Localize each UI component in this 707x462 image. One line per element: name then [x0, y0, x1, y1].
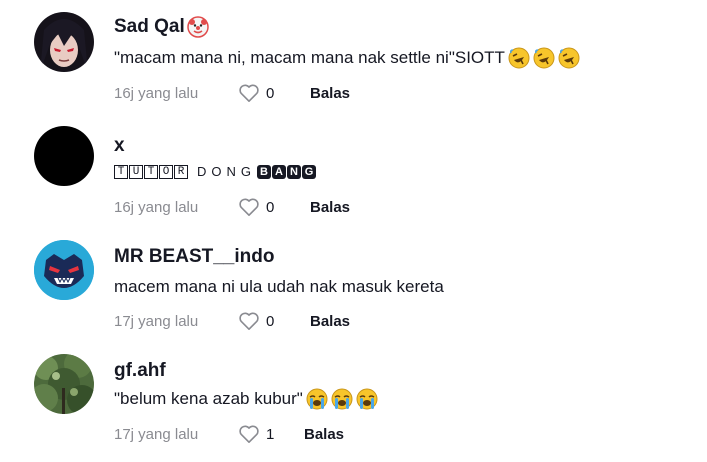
comment-text: "belum kena azab kubur": [114, 388, 378, 410]
comment-text-content: T U T O R DONG B A N G: [114, 161, 316, 183]
avatar[interactable]: [34, 354, 94, 414]
avatar[interactable]: [34, 240, 94, 300]
boxed-letter: T: [144, 165, 158, 179]
reply-button[interactable]: Balas: [310, 85, 350, 102]
negative-letter: A: [272, 165, 286, 179]
comment-item: gf.ahf "belum kena azab kubur" 17j yang …: [0, 342, 707, 456]
heart-icon: [239, 198, 259, 216]
negative-letter: N: [287, 165, 301, 179]
like-button[interactable]: 0: [238, 83, 310, 103]
like-count: 0: [266, 198, 275, 216]
comment-meta: 17j yang lalu 1 Balas: [114, 423, 344, 445]
comment-username[interactable]: Sad Qal: [114, 16, 209, 38]
like-count: 0: [266, 312, 275, 330]
boxed-letter: U: [129, 165, 143, 179]
loudly-crying-icon: [356, 388, 378, 410]
boxed-word: TUTOR: [114, 165, 188, 179]
beast-logo-icon: [34, 240, 94, 300]
negative-word: BANG: [257, 165, 316, 179]
avatar[interactable]: [34, 12, 94, 72]
anime-avatar-icon: [34, 12, 94, 72]
comment-item: x T U T O R DONG B A N G 16j yang lalu 0 Balas: [0, 114, 707, 228]
comment-list: Sad Qal "macam mana ni, macam mana nak s…: [0, 0, 707, 462]
heart-icon: [239, 84, 259, 102]
rolling-laughing-icon: [533, 47, 555, 69]
rolling-laughing-icon: [508, 47, 530, 69]
comment-item: MR BEAST__indo macem mana ni ula udah na…: [0, 228, 707, 342]
comment-meta: 16j yang lalu 0 Balas: [114, 196, 350, 218]
loudly-crying-icon: [331, 388, 353, 410]
reply-button[interactable]: Balas: [304, 426, 344, 443]
comment-item: Sad Qal "macam mana ni, macam mana nak s…: [0, 0, 707, 114]
boxed-letter: T: [114, 165, 128, 179]
loudly-crying-icon: [306, 388, 328, 410]
like-count: 1: [266, 425, 275, 443]
like-button[interactable]: 1: [238, 424, 304, 444]
boxed-letter: R: [174, 165, 188, 179]
reply-button[interactable]: Balas: [310, 199, 350, 216]
comment-text: macem mana ni ula udah nak masuk kereta: [114, 276, 444, 298]
username-text: MR BEAST__indo: [114, 246, 275, 267]
comment-username[interactable]: x: [114, 135, 125, 157]
negative-letter: B: [257, 165, 271, 179]
username-text: x: [114, 135, 125, 156]
comment-text-content: "macam mana ni, macam mana nak settle ni…: [114, 48, 505, 67]
comment-text-content: "belum kena azab kubur": [114, 389, 303, 408]
username-text: gf.ahf: [114, 360, 166, 381]
reply-button[interactable]: Balas: [310, 313, 350, 330]
avatar[interactable]: [34, 126, 94, 186]
heart-icon: [239, 312, 259, 330]
like-button[interactable]: 0: [238, 197, 310, 217]
comment-timestamp: 17j yang lalu: [114, 425, 199, 443]
spaced-word: DONG: [197, 164, 256, 179]
comment-text: "macam mana ni, macam mana nak settle ni…: [114, 47, 580, 69]
comment-username[interactable]: gf.ahf: [114, 360, 166, 382]
comment-text-content: macem mana ni ula udah nak masuk kereta: [114, 277, 444, 296]
comment-text: T U T O R DONG B A N G: [114, 161, 316, 183]
negative-letter: G: [302, 165, 316, 179]
comment-timestamp: 16j yang lalu: [114, 84, 199, 102]
comment-meta: 17j yang lalu 0 Balas: [114, 310, 350, 332]
clown-face-icon: [187, 16, 209, 38]
comment-username[interactable]: MR BEAST__indo: [114, 246, 274, 268]
username-text: Sad Qal: [114, 16, 185, 37]
like-button[interactable]: 0: [238, 311, 310, 331]
forest-photo-icon: [34, 354, 94, 414]
like-count: 0: [266, 84, 275, 102]
heart-icon: [239, 425, 259, 443]
comment-timestamp: 17j yang lalu: [114, 312, 199, 330]
rolling-laughing-icon: [558, 47, 580, 69]
boxed-letter: O: [159, 165, 173, 179]
comment-meta: 16j yang lalu 0 Balas: [114, 82, 350, 104]
comment-timestamp: 16j yang lalu: [114, 198, 199, 216]
